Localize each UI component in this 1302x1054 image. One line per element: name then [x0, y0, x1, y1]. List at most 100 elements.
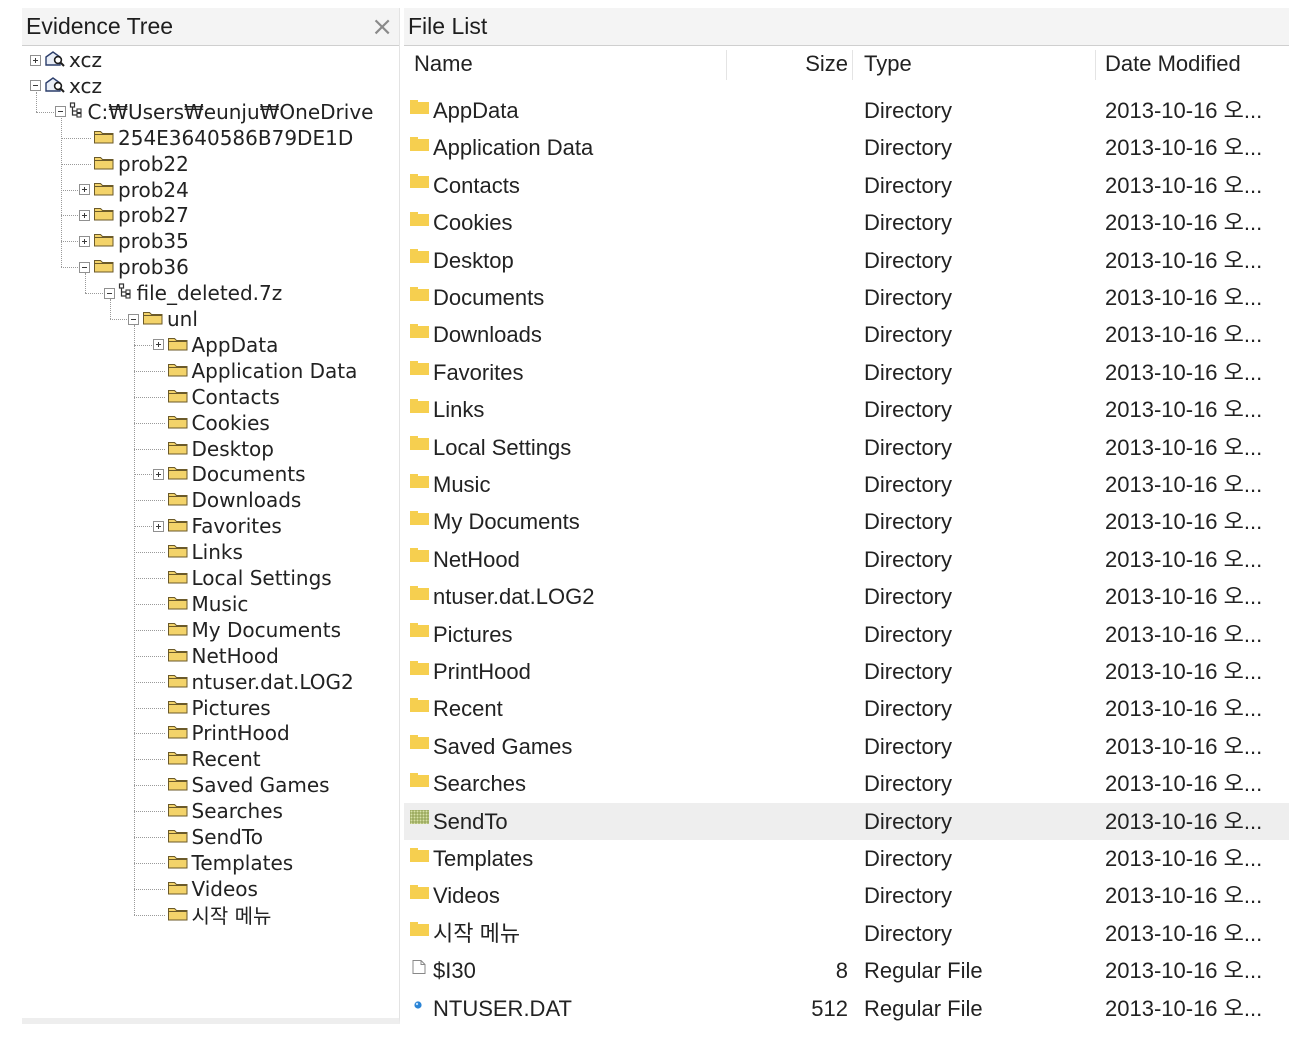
- tree-node-videos[interactable]: Videos: [153, 876, 258, 902]
- expand-icon[interactable]: [79, 235, 90, 247]
- file-name: Downloads: [433, 322, 542, 348]
- file-row-printhood[interactable]: PrintHood Directory 2013-10-16 오...: [404, 653, 1289, 690]
- file-size: [728, 204, 848, 241]
- file-row-appdata[interactable]: AppData Directory 2013-10-16 오...: [404, 92, 1289, 129]
- tree-node-ntuser-dat-log2[interactable]: ntuser.dat.LOG2: [153, 669, 354, 695]
- tree-node-c-users-eunju-onedrive[interactable]: C:₩Users₩eunju₩OneDrive: [54, 99, 373, 125]
- file-name: My Documents: [433, 509, 580, 535]
- tree-node-links[interactable]: Links: [153, 539, 243, 565]
- tree-node-xcz[interactable]: xcz: [30, 47, 102, 73]
- tree-node-cookies[interactable]: Cookies: [153, 410, 270, 436]
- file-row-ntuser-dat-log2[interactable]: ntuser.dat.LOG2 Directory 2013-10-16 오...: [404, 578, 1289, 615]
- folder-icon: [167, 696, 189, 720]
- tree-node-nethood[interactable]: NetHood: [153, 643, 279, 669]
- tree-node-prob35[interactable]: prob35: [79, 228, 189, 254]
- tree-node-xcz[interactable]: xcz: [30, 73, 102, 99]
- tree-node-prob24[interactable]: prob24: [79, 177, 189, 203]
- file-row-sendto[interactable]: SendTo Directory 2013-10-16 오...: [404, 802, 1289, 840]
- tree-node-label: PrintHood: [191, 721, 290, 746]
- file-row-links[interactable]: Links Directory 2013-10-16 오...: [404, 391, 1289, 428]
- tree-node-saved-games[interactable]: Saved Games: [153, 772, 330, 798]
- file-size: [728, 167, 848, 204]
- expand-icon[interactable]: [152, 520, 164, 532]
- expand-icon[interactable]: [79, 209, 90, 221]
- tree-node-item[interactable]: 시작 메뉴: [153, 902, 271, 928]
- collapse-icon[interactable]: [103, 287, 115, 299]
- file-size: [728, 578, 848, 615]
- column-header-date-modified[interactable]: Date Modified: [1105, 46, 1241, 82]
- file-type: Directory: [864, 584, 953, 610]
- column-divider[interactable]: [726, 50, 727, 80]
- file-row-recent[interactable]: Recent Directory 2013-10-16 오...: [404, 690, 1289, 727]
- file-row-music[interactable]: Music Directory 2013-10-16 오...: [404, 466, 1289, 503]
- file-row-my-documents[interactable]: My Documents Directory 2013-10-16 오...: [404, 503, 1289, 540]
- folder-icon: [167, 721, 189, 745]
- tree-node-254e3640586b79de1d[interactable]: 254E3640586B79DE1D: [79, 125, 353, 151]
- folder-icon: [410, 548, 433, 566]
- tree-node-prob36[interactable]: prob36: [79, 254, 189, 280]
- file-row-cookies[interactable]: Cookies Directory 2013-10-16 오...: [404, 204, 1289, 241]
- column-header-type[interactable]: Type: [864, 46, 912, 82]
- tree-node-downloads[interactable]: Downloads: [153, 487, 301, 513]
- file-row-downloads[interactable]: Downloads Directory 2013-10-16 오...: [404, 316, 1289, 353]
- expand-icon[interactable]: [152, 468, 164, 480]
- file-row-saved-games[interactable]: Saved Games Directory 2013-10-16 오...: [404, 728, 1289, 765]
- file-row-contacts[interactable]: Contacts Directory 2013-10-16 오...: [404, 167, 1289, 204]
- tree-node-label: Desktop: [191, 436, 274, 461]
- tree-node-unl[interactable]: unl: [128, 306, 198, 332]
- tree-node-prob27[interactable]: prob27: [79, 202, 189, 228]
- file-name-cell: Recent: [410, 690, 724, 727]
- tree-node-pictures[interactable]: Pictures: [153, 695, 271, 721]
- tree-node-documents[interactable]: Documents: [152, 461, 306, 487]
- file-row-nethood[interactable]: NetHood Directory 2013-10-16 오...: [404, 541, 1289, 578]
- file-row-local-settings[interactable]: Local Settings Directory 2013-10-16 오...: [404, 429, 1289, 466]
- tree-node-searches[interactable]: Searches: [153, 798, 283, 824]
- collapse-icon[interactable]: [128, 313, 139, 325]
- evidence-icon: [44, 74, 66, 98]
- file-row-searches[interactable]: Searches Directory 2013-10-16 오...: [404, 765, 1289, 802]
- column-header-name[interactable]: Name: [414, 46, 473, 82]
- expand-icon[interactable]: [30, 54, 41, 66]
- file-row-desktop[interactable]: Desktop Directory 2013-10-16 오...: [404, 242, 1289, 279]
- file-row-pictures[interactable]: Pictures Directory 2013-10-16 오...: [404, 616, 1289, 653]
- expand-icon[interactable]: [79, 184, 90, 195]
- tree-node-file-deleted-7z[interactable]: file_deleted.7z: [103, 280, 282, 306]
- column-header-size[interactable]: Size: [728, 46, 848, 82]
- file-row-templates[interactable]: Templates Directory 2013-10-16 오...: [404, 840, 1289, 877]
- file-row-documents[interactable]: Documents Directory 2013-10-16 오...: [404, 279, 1289, 316]
- file-row-favorites[interactable]: Favorites Directory 2013-10-16 오...: [404, 354, 1289, 391]
- tree-node-contacts[interactable]: Contacts: [153, 384, 280, 410]
- close-icon[interactable]: ×: [371, 14, 393, 40]
- file-row-application-data[interactable]: Application Data Directory 2013-10-16 오...: [404, 129, 1289, 166]
- expand-icon[interactable]: [152, 339, 164, 351]
- tree-node-music[interactable]: Music: [153, 591, 248, 617]
- tree-node-printhood[interactable]: PrintHood: [153, 720, 290, 746]
- collapse-icon[interactable]: [79, 261, 90, 273]
- folder-icon: [410, 286, 433, 305]
- file-date-modified: 2013-10-16 오...: [1105, 733, 1263, 759]
- file-name-cell: Local Settings: [410, 429, 724, 466]
- tree-node-local-settings[interactable]: Local Settings: [153, 565, 332, 591]
- tree-node-label: SendTo: [191, 825, 263, 849]
- tree-node-recent[interactable]: Recent: [153, 746, 261, 772]
- file-row-i30[interactable]: $I30 8 Regular File 2013-10-16 오...: [404, 952, 1289, 989]
- tree-node-label: Saved Games: [191, 773, 330, 798]
- tree-node-my-documents[interactable]: My Documents: [153, 617, 341, 643]
- tree-node-prob22[interactable]: prob22: [79, 151, 189, 177]
- tree-node-favorites[interactable]: Favorites: [152, 513, 282, 539]
- tree-node-appdata[interactable]: AppData: [152, 332, 278, 358]
- file-row-ntuser-dat[interactable]: NTUSER.DAT 512 Regular File 2013-10-16 오...: [404, 990, 1289, 1024]
- column-divider[interactable]: [1095, 50, 1096, 80]
- file-name: NTUSER.DAT: [433, 995, 572, 1021]
- file-name: PrintHood: [433, 659, 531, 684]
- collapse-icon[interactable]: [54, 106, 66, 118]
- tree-node-application-data[interactable]: Application Data: [153, 358, 357, 384]
- tree-node-templates[interactable]: Templates: [153, 850, 293, 876]
- column-divider[interactable]: [852, 50, 853, 80]
- file-row-item[interactable]: 시작 메뉴 Directory 2013-10-16 오...: [404, 915, 1289, 952]
- folder-icon: [410, 361, 433, 379]
- file-row-videos[interactable]: Videos Directory 2013-10-16 오...: [404, 877, 1289, 914]
- tree-node-sendto[interactable]: SendTo: [153, 824, 263, 850]
- tree-node-desktop[interactable]: Desktop: [153, 436, 274, 462]
- collapse-icon[interactable]: [30, 80, 41, 92]
